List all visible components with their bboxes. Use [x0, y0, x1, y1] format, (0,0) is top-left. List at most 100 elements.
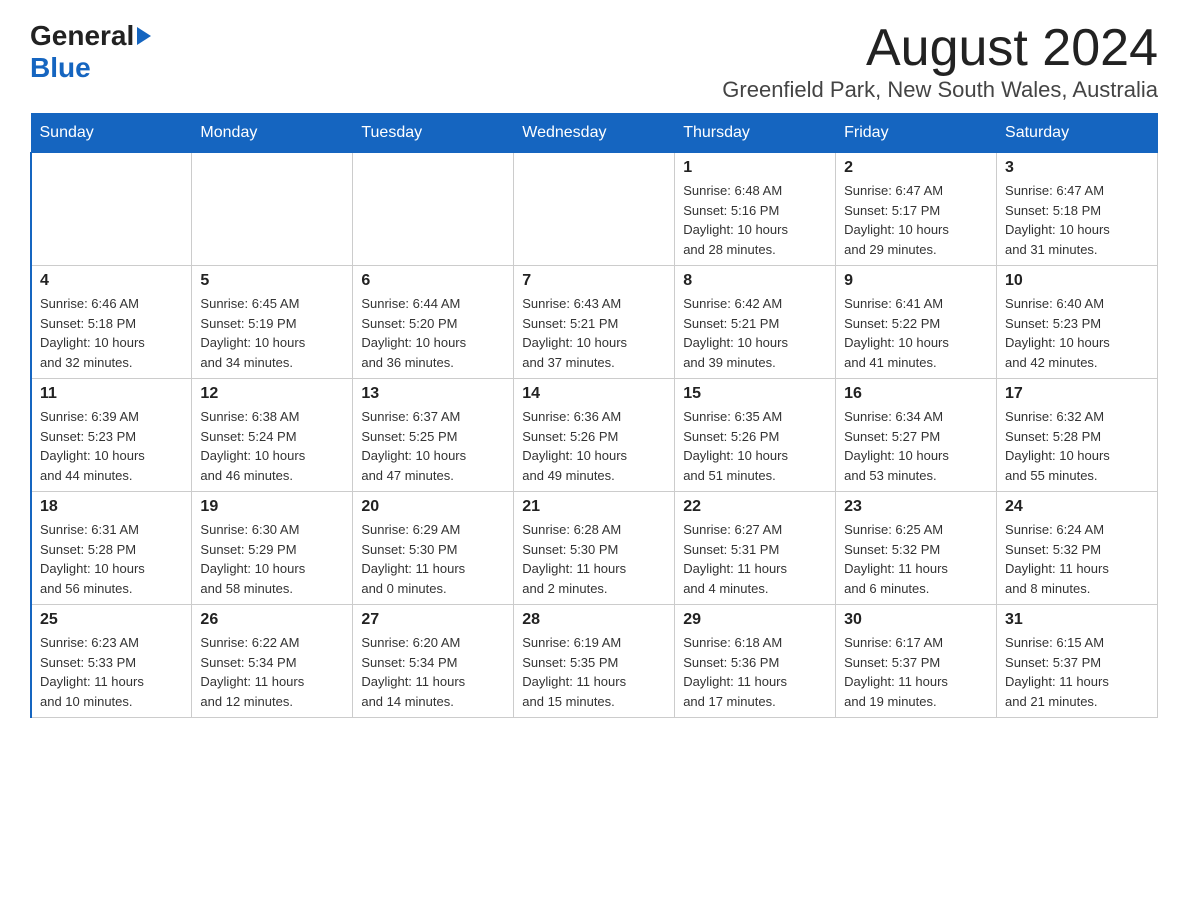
day-info: Sunrise: 6:27 AM Sunset: 5:31 PM Dayligh… [683, 520, 827, 598]
calendar-cell: 3Sunrise: 6:47 AM Sunset: 5:18 PM Daylig… [997, 153, 1158, 266]
calendar-cell: 11 Sunrise: 6:39 AM Sunset: 5:23 PM Dayli… [31, 379, 192, 492]
location-title: Greenfield Park, New South Wales, Austra… [722, 77, 1158, 103]
calendar-cell: 14 Sunrise: 6:36 AM Sunset: 5:26 PM Dayli… [514, 379, 675, 492]
calendar-cell [31, 153, 192, 266]
calendar-cell: 22 Sunrise: 6:27 AM Sunset: 5:31 PM Dayli… [675, 492, 836, 605]
calendar-cell: 27 Sunrise: 6:20 AM Sunset: 5:34 PM Dayli… [353, 605, 514, 718]
day-info: Sunrise: 6:40 AM Sunset: 5:23 PM Dayligh… [1005, 294, 1149, 372]
day-number: 19 [200, 498, 344, 516]
calendar-cell: 5Sunrise: 6:45 AM Sunset: 5:19 PM Daylig… [192, 266, 353, 379]
logo-general-text: General [30, 20, 134, 52]
header-tuesday: Tuesday [353, 114, 514, 153]
day-info: Sunrise: 6:41 AM Sunset: 5:22 PM Dayligh… [844, 294, 988, 372]
day-number: 20 [361, 498, 505, 516]
day-info: Sunrise: 6:47 AM Sunset: 5:18 PM Dayligh… [1005, 181, 1149, 259]
day-info: Sunrise: 6:39 AM Sunset: 5:23 PM Dayligh… [40, 407, 183, 485]
day-info: Sunrise: 6:25 AM Sunset: 5:32 PM Dayligh… [844, 520, 988, 598]
calendar-cell [514, 153, 675, 266]
day-info: Sunrise: 6:19 AM Sunset: 5:35 PM Dayligh… [522, 633, 666, 711]
title-area: August 2024 Greenfield Park, New South W… [722, 20, 1158, 103]
day-info: Sunrise: 6:34 AM Sunset: 5:27 PM Dayligh… [844, 407, 988, 485]
day-info: Sunrise: 6:48 AM Sunset: 5:16 PM Dayligh… [683, 181, 827, 259]
day-info: Sunrise: 6:17 AM Sunset: 5:37 PM Dayligh… [844, 633, 988, 711]
calendar-cell: 23 Sunrise: 6:25 AM Sunset: 5:32 PM Dayli… [836, 492, 997, 605]
day-info: Sunrise: 6:31 AM Sunset: 5:28 PM Dayligh… [40, 520, 183, 598]
day-number: 8 [683, 272, 827, 290]
day-number: 6 [361, 272, 505, 290]
calendar-cell: 10 Sunrise: 6:40 AM Sunset: 5:23 PM Dayli… [997, 266, 1158, 379]
day-number: 17 [1005, 385, 1149, 403]
week-row-5: 25Sunrise: 6:23 AM Sunset: 5:33 PM Dayli… [31, 605, 1158, 718]
calendar-cell: 16Sunrise: 6:34 AM Sunset: 5:27 PM Dayli… [836, 379, 997, 492]
calendar-cell [192, 153, 353, 266]
day-info: Sunrise: 6:36 AM Sunset: 5:26 PM Dayligh… [522, 407, 666, 485]
day-info: Sunrise: 6:42 AM Sunset: 5:21 PM Dayligh… [683, 294, 827, 372]
day-info: Sunrise: 6:22 AM Sunset: 5:34 PM Dayligh… [200, 633, 344, 711]
day-number: 30 [844, 611, 988, 629]
day-number: 26 [200, 611, 344, 629]
header-sunday: Sunday [31, 114, 192, 153]
day-number: 11 [40, 385, 183, 403]
day-info: Sunrise: 6:47 AM Sunset: 5:17 PM Dayligh… [844, 181, 988, 259]
header-wednesday: Wednesday [514, 114, 675, 153]
calendar-cell: 1 Sunrise: 6:48 AM Sunset: 5:16 PM Daylig… [675, 153, 836, 266]
day-number: 18 [40, 498, 183, 516]
day-number: 24 [1005, 498, 1149, 516]
calendar-cell: 31 Sunrise: 6:15 AM Sunset: 5:37 PM Dayli… [997, 605, 1158, 718]
calendar-cell: 25Sunrise: 6:23 AM Sunset: 5:33 PM Dayli… [31, 605, 192, 718]
page-header: General Blue August 2024 Greenfield Park… [30, 20, 1158, 103]
calendar-cell: 30 Sunrise: 6:17 AM Sunset: 5:37 PM Dayli… [836, 605, 997, 718]
week-row-3: 11 Sunrise: 6:39 AM Sunset: 5:23 PM Dayli… [31, 379, 1158, 492]
week-row-2: 4Sunrise: 6:46 AM Sunset: 5:18 PM Daylig… [31, 266, 1158, 379]
header-thursday: Thursday [675, 114, 836, 153]
day-number: 4 [40, 272, 183, 290]
day-info: Sunrise: 6:38 AM Sunset: 5:24 PM Dayligh… [200, 407, 344, 485]
logo-area: General Blue [30, 20, 154, 84]
calendar-cell: 8 Sunrise: 6:42 AM Sunset: 5:21 PM Daylig… [675, 266, 836, 379]
calendar-cell: 21 Sunrise: 6:28 AM Sunset: 5:30 PM Dayli… [514, 492, 675, 605]
day-number: 10 [1005, 272, 1149, 290]
calendar-cell: 15 Sunrise: 6:35 AM Sunset: 5:26 PM Dayli… [675, 379, 836, 492]
day-info: Sunrise: 6:44 AM Sunset: 5:20 PM Dayligh… [361, 294, 505, 372]
month-title: August 2024 [722, 20, 1158, 77]
day-info: Sunrise: 6:20 AM Sunset: 5:34 PM Dayligh… [361, 633, 505, 711]
calendar-cell: 26 Sunrise: 6:22 AM Sunset: 5:34 PM Dayli… [192, 605, 353, 718]
calendar-cell: 17Sunrise: 6:32 AM Sunset: 5:28 PM Dayli… [997, 379, 1158, 492]
week-row-4: 18 Sunrise: 6:31 AM Sunset: 5:28 PM Dayli… [31, 492, 1158, 605]
header-friday: Friday [836, 114, 997, 153]
day-info: Sunrise: 6:43 AM Sunset: 5:21 PM Dayligh… [522, 294, 666, 372]
calendar-header-row: Sunday Monday Tuesday Wednesday Thursday… [31, 114, 1158, 153]
calendar-cell: 18 Sunrise: 6:31 AM Sunset: 5:28 PM Dayli… [31, 492, 192, 605]
calendar-cell: 19Sunrise: 6:30 AM Sunset: 5:29 PM Dayli… [192, 492, 353, 605]
day-number: 21 [522, 498, 666, 516]
calendar-cell: 29Sunrise: 6:18 AM Sunset: 5:36 PM Dayli… [675, 605, 836, 718]
calendar-cell: 4Sunrise: 6:46 AM Sunset: 5:18 PM Daylig… [31, 266, 192, 379]
day-number: 31 [1005, 611, 1149, 629]
calendar-cell: 24Sunrise: 6:24 AM Sunset: 5:32 PM Dayli… [997, 492, 1158, 605]
day-info: Sunrise: 6:28 AM Sunset: 5:30 PM Dayligh… [522, 520, 666, 598]
day-number: 23 [844, 498, 988, 516]
day-info: Sunrise: 6:35 AM Sunset: 5:26 PM Dayligh… [683, 407, 827, 485]
day-number: 2 [844, 159, 988, 177]
calendar-cell: 28 Sunrise: 6:19 AM Sunset: 5:35 PM Dayli… [514, 605, 675, 718]
day-number: 1 [683, 159, 827, 177]
header-monday: Monday [192, 114, 353, 153]
day-number: 12 [200, 385, 344, 403]
day-number: 28 [522, 611, 666, 629]
day-number: 29 [683, 611, 827, 629]
day-number: 22 [683, 498, 827, 516]
week-row-1: 1 Sunrise: 6:48 AM Sunset: 5:16 PM Daylig… [31, 153, 1158, 266]
calendar-table: Sunday Monday Tuesday Wednesday Thursday… [30, 113, 1158, 718]
logo-triangle-icon [135, 25, 153, 47]
day-info: Sunrise: 6:23 AM Sunset: 5:33 PM Dayligh… [40, 633, 183, 711]
day-number: 27 [361, 611, 505, 629]
header-saturday: Saturday [997, 114, 1158, 153]
day-info: Sunrise: 6:15 AM Sunset: 5:37 PM Dayligh… [1005, 633, 1149, 711]
day-number: 14 [522, 385, 666, 403]
calendar-cell: 13Sunrise: 6:37 AM Sunset: 5:25 PM Dayli… [353, 379, 514, 492]
calendar-cell: 2 Sunrise: 6:47 AM Sunset: 5:17 PM Daylig… [836, 153, 997, 266]
day-number: 15 [683, 385, 827, 403]
day-info: Sunrise: 6:29 AM Sunset: 5:30 PM Dayligh… [361, 520, 505, 598]
day-info: Sunrise: 6:45 AM Sunset: 5:19 PM Dayligh… [200, 294, 344, 372]
calendar-cell: 20 Sunrise: 6:29 AM Sunset: 5:30 PM Dayli… [353, 492, 514, 605]
